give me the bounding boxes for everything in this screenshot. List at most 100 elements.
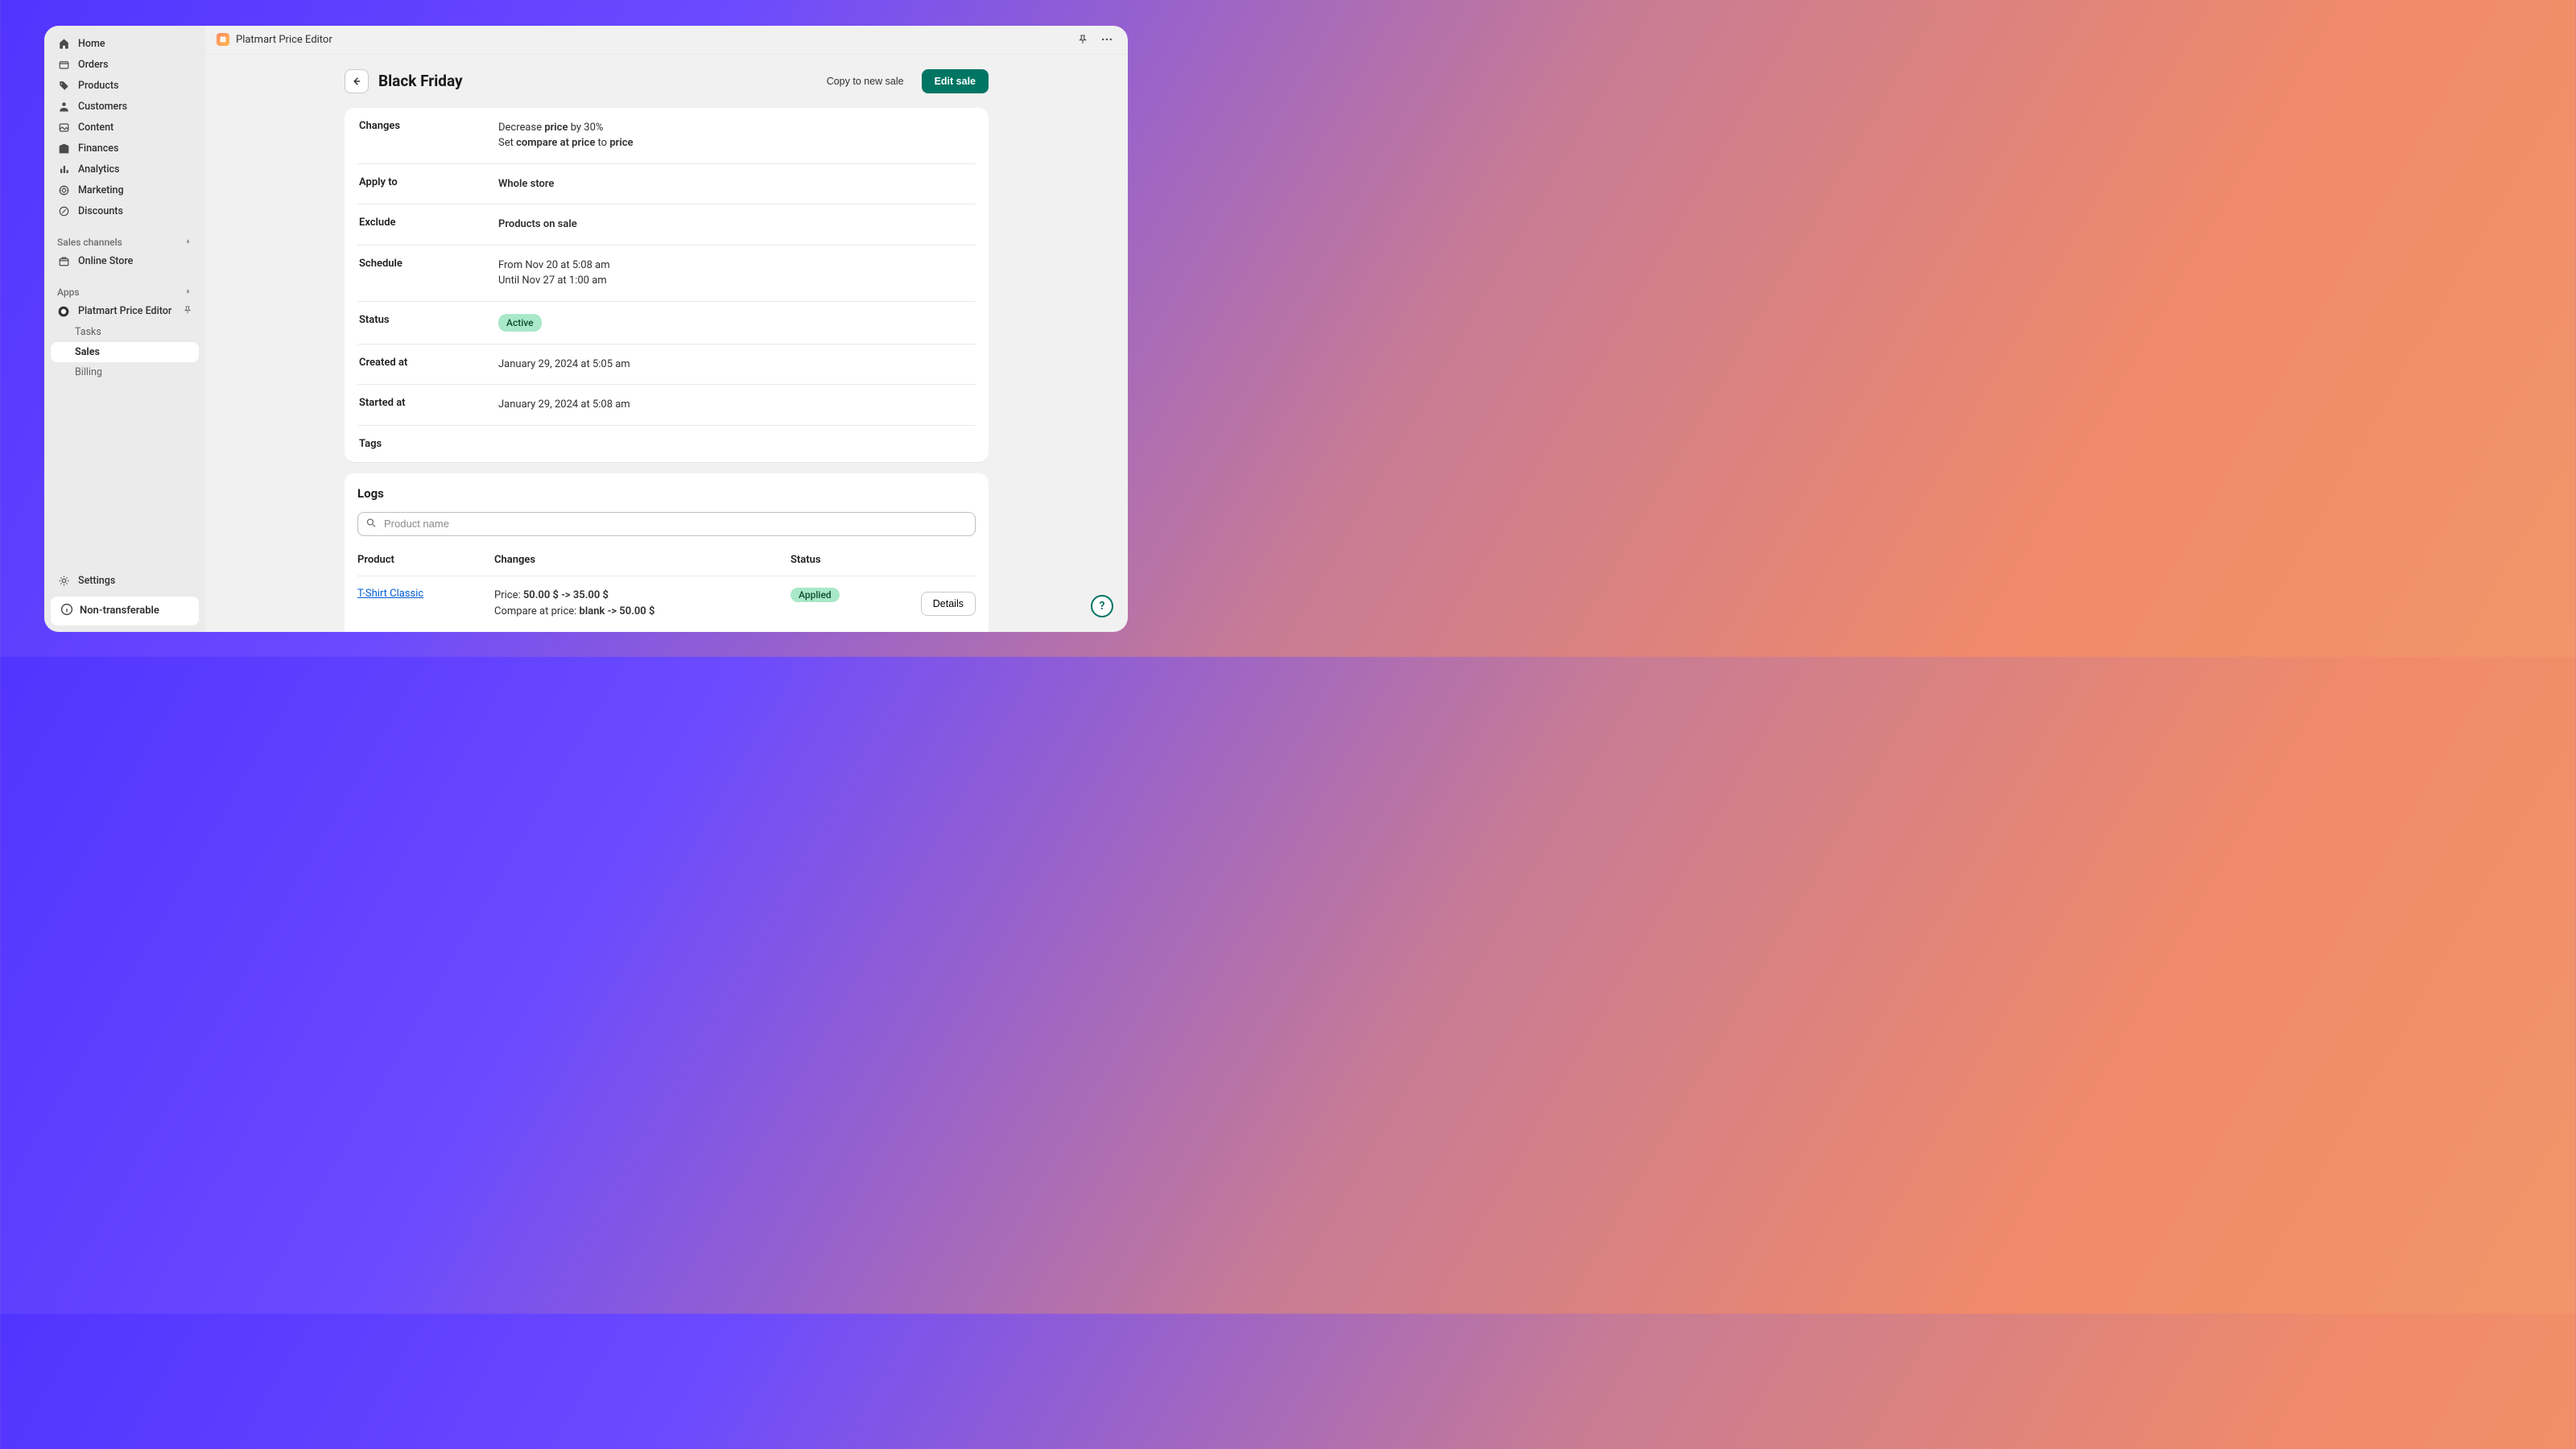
- nav-orders[interactable]: Orders: [51, 55, 199, 76]
- topbar: Platmart Price Editor: [205, 26, 1128, 55]
- info-icon: [60, 603, 73, 619]
- app-sub-sales[interactable]: Sales: [51, 342, 199, 362]
- logs-card: Logs Product Changes Status T-S: [345, 473, 989, 632]
- nav-label: Discounts: [78, 205, 123, 217]
- products-icon: [57, 80, 70, 93]
- channels-header[interactable]: Sales channels: [51, 230, 199, 251]
- apps-label: Apps: [57, 287, 80, 298]
- page-title: Black Friday: [378, 72, 463, 90]
- logs-head: Product Changes Status: [357, 549, 976, 576]
- content-scroll[interactable]: Black Friday Copy to new sale Edit sale …: [205, 55, 1128, 632]
- detail-label: Started at: [357, 397, 498, 413]
- pin-icon[interactable]: [183, 305, 192, 318]
- detail-row-status: Status Active: [357, 302, 976, 345]
- nav-label: Customers: [78, 101, 127, 113]
- details-button[interactable]: Details: [921, 592, 976, 616]
- more-button[interactable]: [1097, 30, 1117, 49]
- finances-icon: [57, 142, 70, 155]
- logs-search-input[interactable]: [357, 512, 976, 536]
- nav-customers[interactable]: Customers: [51, 97, 199, 118]
- edit-sale-button[interactable]: Edit sale: [922, 69, 989, 93]
- nav-label: Home: [78, 38, 105, 50]
- channel-online-store[interactable]: Online Store: [51, 251, 199, 272]
- detail-row-changes: Changes Decrease price by 30% Set compar…: [357, 108, 976, 164]
- col-status: Status: [791, 554, 903, 566]
- footer-pill: Non-transferable: [51, 597, 199, 625]
- logs-row: T-Shirt Classic Price: 50.00 $ -> 35.00 …: [357, 576, 976, 628]
- discounts-icon: [57, 205, 70, 218]
- nav-discounts[interactable]: Discounts: [51, 201, 199, 222]
- pin-button[interactable]: [1073, 30, 1092, 49]
- nav-label: Marketing: [78, 184, 124, 196]
- marketing-icon: [57, 184, 70, 197]
- nav-label: Orders: [78, 59, 109, 71]
- page-header: Black Friday Copy to new sale Edit sale: [345, 69, 989, 93]
- detail-value: January 29, 2024 at 5:05 am: [498, 357, 976, 373]
- detail-value: From Nov 20 at 5:08 am Until Nov 27 at 1…: [498, 258, 976, 289]
- detail-value: Whole store: [498, 176, 976, 192]
- detail-label: Exclude: [357, 217, 498, 233]
- status-badge: Applied: [791, 588, 840, 602]
- col-changes: Changes: [494, 554, 791, 566]
- apps-header[interactable]: Apps: [51, 280, 199, 301]
- app-window: Home Orders Products Customers Content F…: [44, 26, 1128, 632]
- detail-row-started-at: Started at January 29, 2024 at 5:08 am: [357, 385, 976, 426]
- footer-label: Non-transferable: [80, 605, 159, 617]
- changes-cell: Price: 50.00 $ -> 35.00 $ Compare at pri…: [494, 588, 791, 620]
- sale-details-card: Changes Decrease price by 30% Set compar…: [345, 108, 989, 462]
- topbar-brand: Platmart Price Editor: [236, 34, 332, 46]
- nav-analytics[interactable]: Analytics: [51, 159, 199, 180]
- app-sub-tasks[interactable]: Tasks: [51, 322, 199, 342]
- logs-table: Product Changes Status T-Shirt Classic P…: [357, 549, 976, 628]
- nav-products[interactable]: Products: [51, 76, 199, 97]
- status-badge: Active: [498, 314, 542, 332]
- app-sub-billing[interactable]: Billing: [51, 362, 199, 382]
- detail-label: Schedule: [357, 258, 498, 289]
- detail-label: Changes: [357, 120, 498, 151]
- detail-row-exclude: Exclude Products on sale: [357, 204, 976, 246]
- nav-finances[interactable]: Finances: [51, 138, 199, 159]
- chevron-right-icon: [184, 237, 192, 248]
- channels-label: Sales channels: [57, 237, 122, 248]
- nav-settings[interactable]: Settings: [51, 571, 199, 592]
- nav-label: Analytics: [78, 163, 120, 175]
- analytics-icon: [57, 163, 70, 176]
- app-platmart[interactable]: Platmart Price Editor: [51, 301, 199, 322]
- primary-nav: Home Orders Products Customers Content F…: [51, 34, 199, 222]
- main: Platmart Price Editor Black Friday Copy …: [205, 26, 1128, 632]
- detail-value: [498, 438, 976, 450]
- col-product: Product: [357, 554, 494, 566]
- help-fab[interactable]: ?: [1091, 595, 1113, 617]
- sidebar: Home Orders Products Customers Content F…: [44, 26, 205, 632]
- detail-value: Products on sale: [498, 217, 976, 233]
- customers-icon: [57, 101, 70, 114]
- detail-value: Active: [498, 314, 976, 332]
- product-link[interactable]: T-Shirt Classic: [357, 588, 423, 600]
- app-icon: [57, 305, 70, 318]
- app-label: Platmart Price Editor: [78, 305, 171, 317]
- content-icon: [57, 122, 70, 134]
- logs-title: Logs: [357, 486, 976, 501]
- nav-marketing[interactable]: Marketing: [51, 180, 199, 201]
- detail-label: Created at: [357, 357, 498, 373]
- detail-label: Apply to: [357, 176, 498, 192]
- app-badge-icon: [217, 33, 229, 46]
- content-inner: Black Friday Copy to new sale Edit sale …: [345, 69, 989, 632]
- chevron-right-icon: [184, 287, 192, 298]
- home-icon: [57, 38, 70, 51]
- nav-content[interactable]: Content: [51, 118, 199, 138]
- nav-label: Content: [78, 122, 114, 134]
- back-button[interactable]: [345, 69, 369, 93]
- channel-label: Online Store: [78, 255, 133, 267]
- copy-to-new-sale-button[interactable]: Copy to new sale: [817, 69, 914, 93]
- nav-label: Finances: [78, 142, 118, 155]
- detail-value: Decrease price by 30% Set compare at pri…: [498, 120, 976, 151]
- nav-home[interactable]: Home: [51, 34, 199, 55]
- logs-search-wrap: [357, 512, 976, 536]
- detail-row-created-at: Created at January 29, 2024 at 5:05 am: [357, 345, 976, 386]
- search-icon: [365, 516, 377, 531]
- orders-icon: [57, 59, 70, 72]
- detail-row-apply-to: Apply to Whole store: [357, 164, 976, 205]
- settings-label: Settings: [78, 575, 115, 587]
- detail-label: Status: [357, 314, 498, 332]
